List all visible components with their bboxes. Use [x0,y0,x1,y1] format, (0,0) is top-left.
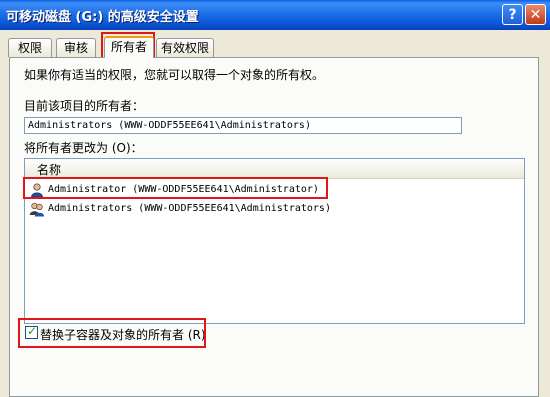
list-item-administrator[interactable]: Administrator (WWW-ODDF55EE641\Administr… [27,181,327,199]
list-item-label: Administrator (WWW-ODDF55EE641\Administr… [48,184,319,195]
list-item-label: Administrators (WWW-ODDF55EE641\Administ… [48,203,331,214]
replace-owner-label[interactable]: 替换子容器及对象的所有者 (R) [40,326,206,343]
column-header-name: 名称 [37,163,62,177]
replace-owner-checkbox[interactable]: ✓ [25,324,38,339]
intro-text: 如果你有适当的权限，您就可以取得一个对象的所有权。 [24,68,325,82]
owner-list[interactable]: 名称 Administrator (WWW-ODDF55EE641\Admini… [24,158,525,324]
user-icon [31,183,43,198]
window-title: 可移动磁盘 (G:) 的高级安全设置 [6,10,199,25]
change-owner-label: 将所有者更改为 (O)： [24,141,143,155]
close-button[interactable]: ✕ [525,4,546,25]
list-item-administrators[interactable]: Administrators (WWW-ODDF55EE641\Administ… [27,200,357,218]
help-button[interactable]: ? [502,4,523,25]
group-icon [29,202,45,217]
tab-permissions[interactable]: 权限 [8,38,52,57]
checkmark-icon: ✓ [27,324,38,338]
security-dialog: 可移动磁盘 (G:) 的高级安全设置 ? ✕ 权限 审核 所有者 有效权限 如果… [0,0,550,397]
list-column-header[interactable]: 名称 [25,159,524,179]
current-owner-field: Administrators (WWW-ODDF55EE641\Administ… [24,117,462,134]
tab-owner[interactable]: 所有者 [104,36,154,58]
title-bar[interactable]: 可移动磁盘 (G:) 的高级安全设置 ? ✕ [0,0,550,30]
tab-auditing[interactable]: 审核 [56,38,96,57]
tab-effective-permissions[interactable]: 有效权限 [156,38,214,57]
current-owner-label: 目前该项目的所有者： [24,99,145,113]
